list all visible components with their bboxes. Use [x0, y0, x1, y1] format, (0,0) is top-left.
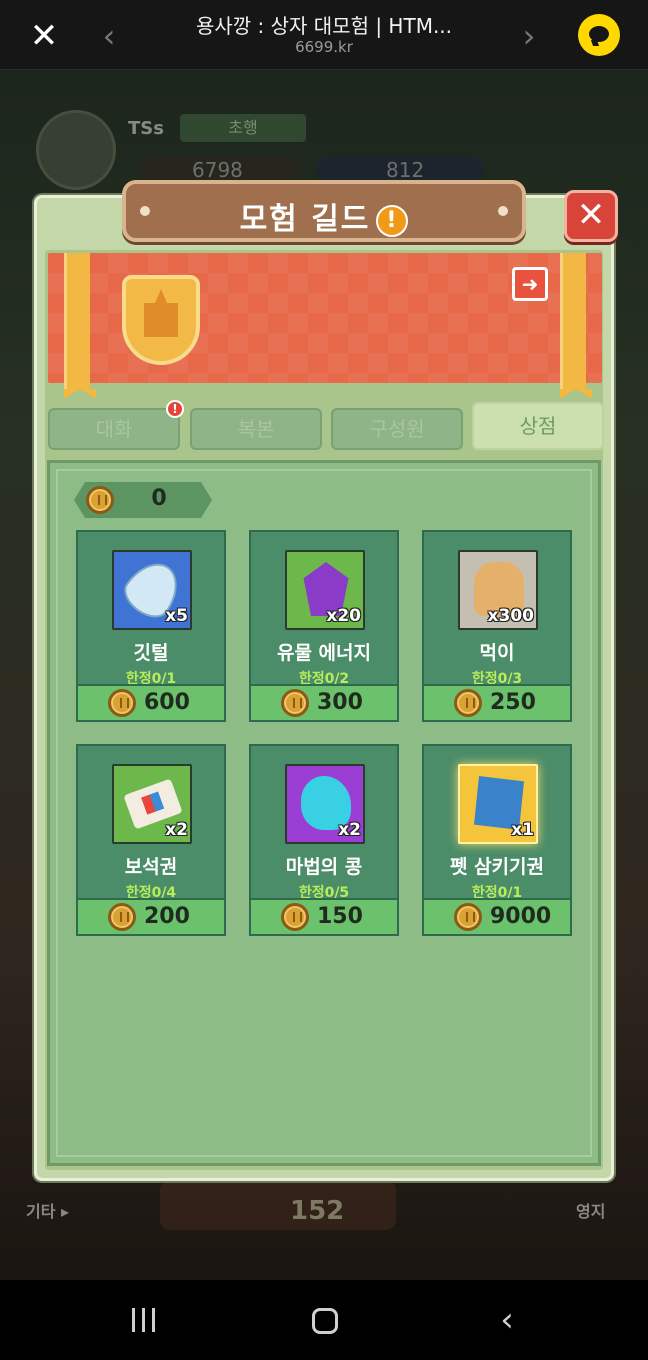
item-price: 200 — [144, 904, 190, 929]
tab-label: 상점 — [519, 414, 557, 438]
tab-dungeon[interactable]: 복본 — [190, 408, 322, 450]
guild-coin-icon — [281, 689, 309, 717]
close-icon[interactable]: ✕ — [24, 16, 64, 56]
tab-shop[interactable]: 상점 — [472, 402, 604, 450]
item-price: 300 — [317, 690, 363, 715]
buy-button[interactable]: 600 — [78, 684, 224, 720]
ribbon-left — [64, 253, 96, 399]
back-icon[interactable]: ‹ — [94, 16, 124, 56]
ribbon-right — [560, 253, 592, 399]
item-quantity: x20 — [326, 606, 361, 626]
item-price: 600 — [144, 690, 190, 715]
guild-coin-icon — [86, 486, 114, 514]
tab-label: 구성원 — [369, 417, 425, 441]
page-title: 용사깡 : 상자 대모험 | HTM... — [195, 14, 453, 38]
guild-coin-icon — [108, 689, 136, 717]
tab-label: 복본 — [237, 417, 275, 441]
item-name: 보석권 — [124, 856, 178, 878]
guild-coin-balance: 0 — [74, 482, 212, 518]
item-icon-box: x5 — [112, 550, 192, 630]
tab-label: 대화 — [95, 417, 133, 441]
item-price: 150 — [317, 904, 363, 929]
item-icon-box: x1 — [458, 764, 538, 844]
shop-item-card[interactable]: x5 깃털 한정0/1 600 — [76, 530, 226, 722]
guild-crest-icon — [122, 275, 200, 365]
item-quantity: x5 — [165, 606, 188, 626]
chat-icon[interactable] — [578, 14, 620, 56]
leave-guild-button[interactable]: ➜ — [512, 267, 548, 301]
item-icon-box: x2 — [112, 764, 192, 844]
notification-badge: ! — [166, 400, 184, 418]
item-name: 마법의 콩 — [285, 856, 363, 878]
shop-item-card[interactable]: x1 펫 삼키기권 한정0/1 9000 — [422, 744, 572, 936]
item-quantity: x1 — [511, 820, 534, 840]
modal-title: 모험 길드! — [126, 194, 522, 238]
item-icon-box: x300 — [458, 550, 538, 630]
item-price: 250 — [490, 690, 536, 715]
page-url: 6699.kr — [295, 38, 353, 56]
item-icon-box: x20 — [285, 550, 365, 630]
item-name: 먹이 — [479, 642, 515, 664]
buy-button[interactable]: 9000 — [424, 898, 570, 934]
warning-icon: ! — [376, 204, 409, 237]
close-button[interactable]: ✕ — [564, 190, 618, 242]
buy-button[interactable]: 150 — [251, 898, 397, 934]
guild-coin-icon — [108, 903, 136, 931]
item-quantity: x300 — [487, 606, 534, 626]
guild-banner: ➜ — [48, 253, 602, 399]
forward-icon[interactable]: › — [514, 16, 544, 56]
home-icon[interactable] — [312, 1308, 338, 1334]
tab-members[interactable]: 구성원 — [331, 408, 463, 450]
buy-button[interactable]: 200 — [78, 898, 224, 934]
item-price: 9000 — [490, 904, 552, 929]
item-name: 깃털 — [133, 642, 169, 664]
guild-coin-icon — [281, 903, 309, 931]
item-icon-box: x2 — [285, 764, 365, 844]
modal-title-text: 모험 길드 — [239, 202, 371, 237]
shop-item-card[interactable]: x2 마법의 콩 한정0/5 150 — [249, 744, 399, 936]
buy-button[interactable]: 250 — [424, 684, 570, 720]
buy-button[interactable]: 300 — [251, 684, 397, 720]
shop-item-card[interactable]: x300 먹이 한정0/3 250 — [422, 530, 572, 722]
back-icon[interactable]: ‹ — [492, 1300, 522, 1340]
item-quantity: x2 — [165, 820, 188, 840]
shop-item-card[interactable]: x2 보석권 한정0/4 200 — [76, 744, 226, 936]
browser-toolbar: ✕ ‹ 용사깡 : 상자 대모험 | HTM... 6699.kr › — [0, 0, 648, 70]
guild-coin-icon — [454, 903, 482, 931]
tab-chat[interactable]: 대화 ! — [48, 400, 184, 450]
system-nav-bar: ‹ — [0, 1280, 648, 1360]
item-name: 유물 에너지 — [276, 642, 371, 664]
shop-item-card[interactable]: x20 유물 에너지 한정0/2 300 — [249, 530, 399, 722]
recent-apps-icon[interactable] — [128, 1308, 160, 1332]
title-plate: 모험 길드! — [122, 180, 526, 242]
item-name: 펫 삼키기권 — [449, 856, 544, 878]
coin-balance-value: 0 — [151, 486, 167, 511]
item-quantity: x2 — [338, 820, 361, 840]
guild-coin-icon — [454, 689, 482, 717]
